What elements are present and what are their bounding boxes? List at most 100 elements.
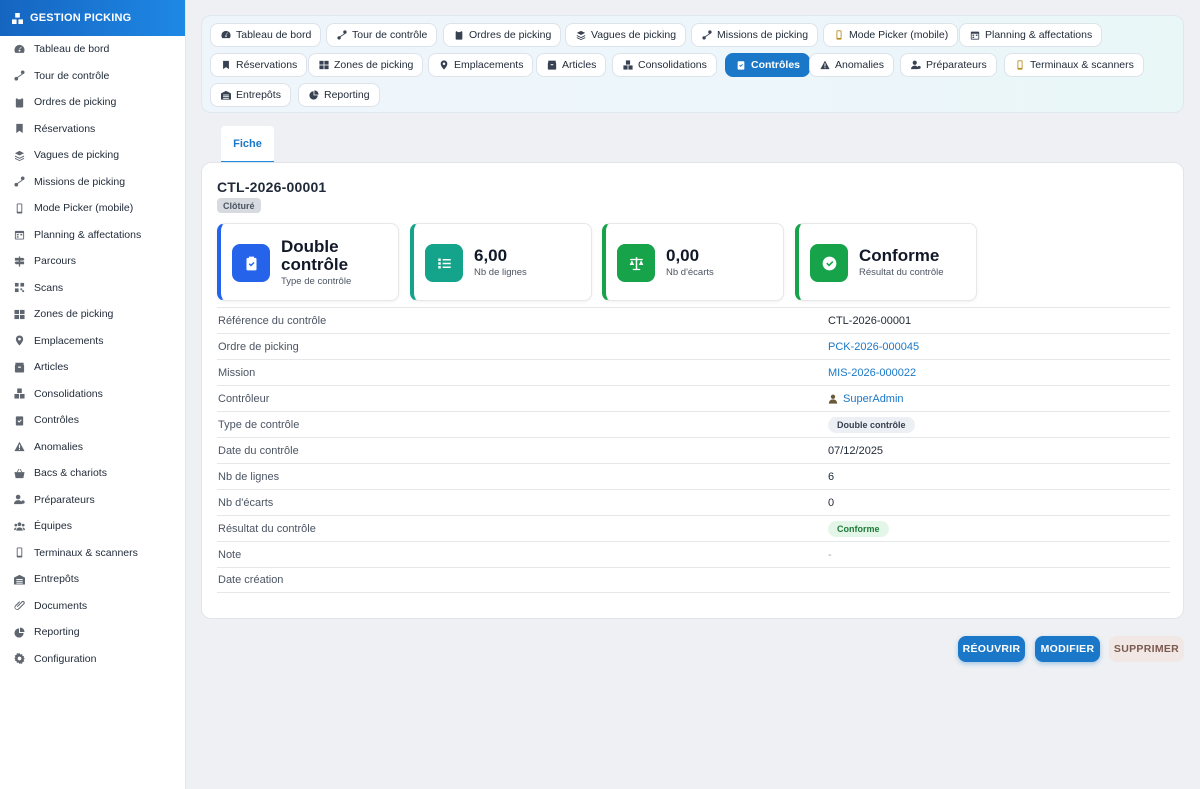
sidebar-item-tableau-de-bord[interactable]: Tableau de bord — [0, 36, 185, 63]
clipboard-icon — [13, 96, 25, 108]
field-row-controleur: Contrôleur SuperAdmin — [217, 385, 1170, 411]
field-row-nb-ecarts: Nb d'écarts 0 — [217, 489, 1170, 515]
sidebar-item-label: Réservations — [34, 122, 96, 135]
nav-chip-label: Consolidations — [638, 59, 707, 71]
kpi-type-controle: Double contrôle Type de contrôle — [217, 223, 399, 301]
nav-chip-reservations[interactable]: Réservations — [210, 53, 308, 77]
sidebar-item-configuration[interactable]: Configuration — [0, 646, 185, 673]
nav-chip-label: Reporting — [324, 89, 370, 101]
sidebar-item-ordres-de-picking[interactable]: Ordres de picking — [0, 89, 185, 116]
field-label: Résultat du contrôle — [218, 522, 316, 535]
sidebar-item-anomalies[interactable]: Anomalies — [0, 434, 185, 461]
route-icon — [336, 30, 347, 41]
sidebar-item-entrepots[interactable]: Entrepôts — [0, 566, 185, 593]
nav-chip-label: Planning & affectations — [985, 29, 1093, 41]
nav-chip-zones-de-picking[interactable]: Zones de picking — [308, 53, 424, 77]
sidebar-item-reporting[interactable]: Reporting — [0, 619, 185, 646]
kpi-label: Type de contrôle — [281, 276, 352, 287]
pin-icon — [438, 60, 449, 71]
nav-chip-consolidations[interactable]: Consolidations — [612, 53, 717, 77]
sidebar-item-reservations[interactable]: Réservations — [0, 116, 185, 143]
sidebar-item-documents[interactable]: Documents — [0, 593, 185, 620]
field-row-date-creation: Date création — [217, 567, 1170, 593]
sidebar-item-label: Ordres de picking — [34, 96, 117, 109]
controleur-link[interactable]: SuperAdmin — [828, 393, 904, 405]
nav-chip-label: Zones de picking — [334, 59, 414, 71]
sidebar-item-label: Équipes — [34, 520, 72, 533]
mission-link[interactable]: MIS-2026-000022 — [828, 367, 916, 379]
dashboard-icon — [220, 30, 231, 41]
nav-chip-label: Préparateurs — [926, 59, 987, 71]
pie-chart-icon — [308, 90, 319, 101]
nav-chip-entrepots[interactable]: Entrepôts — [210, 83, 291, 107]
sidebar-item-preparateurs[interactable]: Préparateurs — [0, 487, 185, 514]
nav-chip-articles[interactable]: Articles — [536, 53, 607, 77]
kpi-value: Conforme — [859, 246, 940, 265]
sidebar-item-mode-picker[interactable]: Mode Picker (mobile) — [0, 195, 185, 222]
sidebar-item-label: Scans — [34, 281, 64, 294]
nav-chip-preparateurs[interactable]: Préparateurs — [900, 53, 997, 77]
field-label: Mission — [218, 366, 256, 379]
route-icon — [13, 70, 25, 82]
sidebar-item-scans[interactable]: Scans — [0, 275, 185, 302]
clipboard-check-icon — [13, 414, 25, 426]
nav-chip-label: Réservations — [236, 59, 298, 71]
sidebar-item-emplacements[interactable]: Emplacements — [0, 328, 185, 355]
nav-chip-ordres-de-picking[interactable]: Ordres de picking — [443, 23, 562, 47]
sidebar-item-equipes[interactable]: Équipes — [0, 513, 185, 540]
box-icon — [13, 361, 25, 373]
nav-chip-planning[interactable]: Planning & affectations — [959, 23, 1103, 47]
mobile-icon — [833, 30, 844, 41]
field-row-reference: Référence du contrôle CTL-2026-00001 — [217, 307, 1170, 333]
ordre-picking-link[interactable]: PCK-2026-000045 — [828, 341, 919, 353]
field-label: Nb de lignes — [218, 470, 280, 483]
sidebar-item-bacs-chariots[interactable]: Bacs & chariots — [0, 460, 185, 487]
field-value: 07/12/2025 — [828, 444, 884, 457]
nav-chip-tableau-de-bord[interactable]: Tableau de bord — [210, 23, 322, 47]
nav-chip-terminaux[interactable]: Terminaux & scanners — [1004, 53, 1144, 77]
sidebar-item-parcours[interactable]: Parcours — [0, 248, 185, 275]
sidebar-item-label: Mode Picker (mobile) — [34, 202, 134, 215]
sidebar-item-planning[interactable]: Planning & affectations — [0, 222, 185, 249]
nav-chip-anomalies[interactable]: Anomalies — [809, 53, 895, 77]
app-title: GESTION PICKING — [30, 12, 132, 24]
sidebar-item-tour-de-controle[interactable]: Tour de contrôle — [0, 63, 185, 90]
kpi-value: Double contrôle — [281, 237, 349, 274]
field-label: Date création — [218, 574, 284, 586]
sidebar-item-articles[interactable]: Articles — [0, 354, 185, 381]
field-label: Référence du contrôle — [218, 314, 327, 327]
check-circle-icon — [810, 244, 848, 282]
sidebar-item-label: Vagues de picking — [34, 149, 120, 162]
tab-fiche[interactable]: Fiche — [221, 126, 274, 163]
nav-chip-reporting[interactable]: Reporting — [298, 83, 380, 107]
reopen-button[interactable]: RÉOUVRIR — [958, 636, 1025, 662]
field-label: Contrôleur — [218, 392, 270, 405]
delete-button[interactable]: SUPPRIMER — [1109, 636, 1184, 662]
nav-chip-mode-picker[interactable]: Mode Picker (mobile) — [823, 23, 959, 47]
sidebar-item-zones-de-picking[interactable]: Zones de picking — [0, 301, 185, 328]
list-icon — [425, 244, 463, 282]
sidebar-menu: Tableau de bord Tour de contrôle Ordres … — [0, 36, 185, 672]
nav-chip-label: Entrepôts — [236, 89, 281, 101]
field-row-mission: Mission MIS-2026-000022 — [217, 359, 1170, 385]
app-header[interactable]: GESTION PICKING — [0, 0, 185, 36]
signpost-icon — [13, 255, 25, 267]
field-label: Date du contrôle — [218, 444, 299, 457]
nav-chip-vagues-de-picking[interactable]: Vagues de picking — [565, 23, 687, 47]
field-value: CTL-2026-00001 — [828, 314, 912, 327]
sidebar-item-terminaux[interactable]: Terminaux & scanners — [0, 540, 185, 567]
sidebar-item-controles[interactable]: Contrôles — [0, 407, 185, 434]
calendar-icon — [13, 229, 25, 241]
nav-chip-controles[interactable]: Contrôles — [725, 53, 811, 77]
sidebar-item-missions-de-picking[interactable]: Missions de picking — [0, 169, 185, 196]
record-card: CTL-2026-00001 Clôturé Double contrôle T… — [201, 162, 1184, 619]
nav-chip-emplacements[interactable]: Emplacements — [428, 53, 534, 77]
sidebar-item-vagues-de-picking[interactable]: Vagues de picking — [0, 142, 185, 169]
edit-button[interactable]: MODIFIER — [1035, 636, 1100, 662]
barcode-icon — [13, 282, 25, 294]
nav-chip-tour-de-controle[interactable]: Tour de contrôle — [326, 23, 438, 47]
nav-chip-missions-de-picking[interactable]: Missions de picking — [691, 23, 819, 47]
field-label: Ordre de picking — [218, 340, 299, 353]
warehouse-icon — [220, 90, 231, 101]
sidebar-item-consolidations[interactable]: Consolidations — [0, 381, 185, 408]
